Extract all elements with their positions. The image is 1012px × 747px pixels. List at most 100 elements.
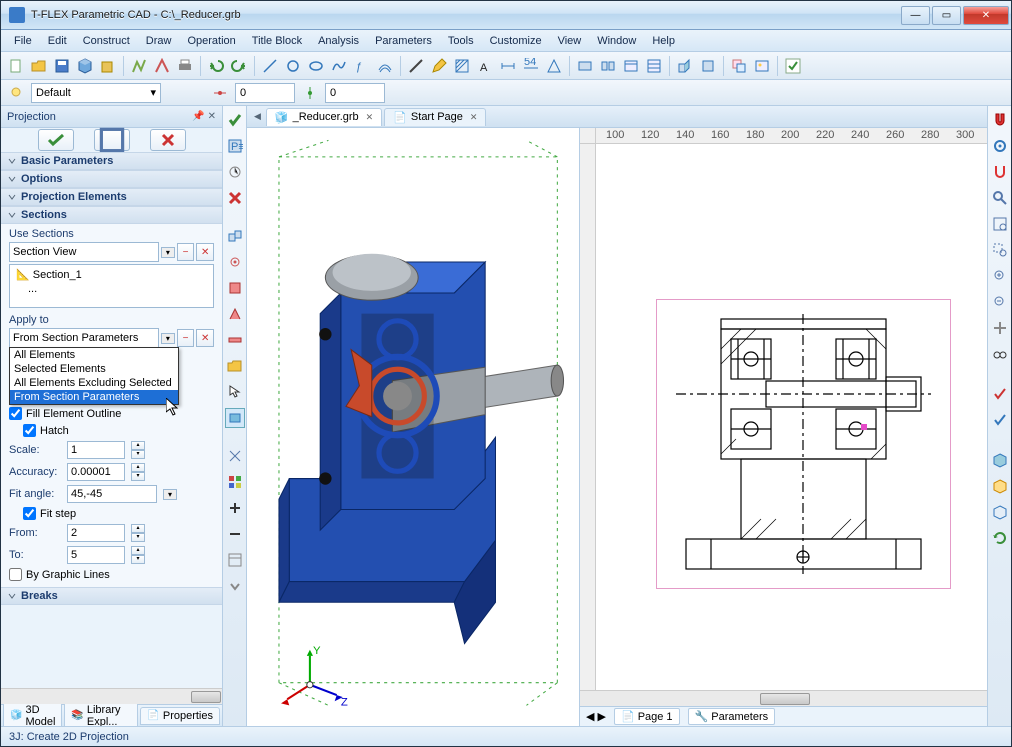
layer-dropdown[interactable]: Default▾: [31, 83, 161, 103]
menu-customize[interactable]: Customize: [483, 33, 549, 49]
section-view-combo[interactable]: [9, 242, 159, 262]
menu-parameters[interactable]: Parameters: [368, 33, 439, 49]
accuracy-spin[interactable]: ▴▾: [131, 463, 145, 481]
apply-delete-button[interactable]: ✕: [196, 329, 214, 347]
tab-params[interactable]: 🔧 Parameters: [688, 708, 776, 725]
rt-zoom-icon[interactable]: [990, 188, 1010, 208]
vt-check-icon[interactable]: [225, 110, 245, 130]
vt-folder-icon[interactable]: [225, 356, 245, 376]
grid2-icon[interactable]: [597, 55, 619, 77]
grid-icon[interactable]: [574, 55, 596, 77]
vt-param-icon[interactable]: P≡: [225, 136, 245, 156]
maximize-button[interactable]: ▭: [932, 6, 961, 25]
section-item[interactable]: 📐 Section_1: [14, 267, 209, 282]
rt-zoomin-icon[interactable]: [990, 266, 1010, 286]
to-input[interactable]: [67, 546, 125, 564]
draw-line-icon[interactable]: [405, 55, 427, 77]
panel-hscroll[interactable]: [1, 688, 222, 704]
cube-icon[interactable]: [74, 55, 96, 77]
circle-icon[interactable]: [282, 55, 304, 77]
close-icon[interactable]: ✕: [470, 112, 478, 123]
new-icon[interactable]: [5, 55, 27, 77]
fill-outline-check[interactable]: [9, 407, 22, 420]
rt-pan-icon[interactable]: [990, 318, 1010, 338]
rt-zoomall-icon[interactable]: [990, 214, 1010, 234]
vt-red2-icon[interactable]: [225, 304, 245, 324]
sketch2-icon[interactable]: [151, 55, 173, 77]
redo-icon[interactable]: [228, 55, 250, 77]
pencil-icon[interactable]: [428, 55, 450, 77]
vt-box-icon[interactable]: [225, 408, 245, 428]
proj2-icon[interactable]: [697, 55, 719, 77]
acc-options[interactable]: Options: [1, 170, 222, 188]
coord-y-input[interactable]: 0: [325, 83, 385, 103]
table-icon[interactable]: [620, 55, 642, 77]
acc-elements[interactable]: Projection Elements: [1, 188, 222, 206]
fn-icon[interactable]: ƒ: [351, 55, 373, 77]
vt-sel-icon[interactable]: [225, 382, 245, 402]
vt-minus-icon[interactable]: [225, 524, 245, 544]
coord-x-icon[interactable]: [209, 82, 231, 104]
line-icon[interactable]: [259, 55, 281, 77]
rt-bluechk-icon[interactable]: [990, 410, 1010, 430]
minimize-button[interactable]: —: [901, 6, 930, 25]
menu-construct[interactable]: Construct: [76, 33, 137, 49]
menu-operation[interactable]: Operation: [180, 33, 242, 49]
fitstep-check[interactable]: [23, 507, 36, 520]
rt-box3-icon[interactable]: [990, 502, 1010, 522]
rt-snap-icon[interactable]: [990, 136, 1010, 156]
acc-basic[interactable]: Basic Parameters: [1, 152, 222, 170]
apply-to-combo[interactable]: [9, 328, 159, 348]
open-icon[interactable]: [28, 55, 50, 77]
rt-glasses-icon[interactable]: [990, 344, 1010, 364]
section-remove-button[interactable]: −: [177, 243, 195, 261]
acc-sections[interactable]: Sections: [1, 206, 222, 224]
3d-viewport[interactable]: Y Z: [247, 128, 580, 726]
hatch-icon[interactable]: [451, 55, 473, 77]
menu-view[interactable]: View: [551, 33, 589, 49]
panel-ok-button[interactable]: [38, 129, 74, 151]
drop-selected[interactable]: Selected Elements: [10, 362, 178, 376]
coord-x-input[interactable]: 0: [235, 83, 295, 103]
drop-excl[interactable]: All Elements Excluding Selected: [10, 376, 178, 390]
vt-auto-icon[interactable]: [225, 162, 245, 182]
vt-red3-icon[interactable]: [225, 330, 245, 350]
section-delete-button[interactable]: ✕: [196, 243, 214, 261]
coord-y-icon[interactable]: [299, 82, 321, 104]
drop-from-section[interactable]: From Section Parameters: [10, 390, 178, 404]
panel-preview-button[interactable]: [94, 129, 130, 151]
from-input[interactable]: [67, 524, 125, 542]
scale-input[interactable]: [67, 441, 125, 459]
vt-plus-icon[interactable]: [225, 498, 245, 518]
menu-draw[interactable]: Draw: [139, 33, 179, 49]
to-spin[interactable]: ▴▾: [131, 546, 145, 564]
vp2d-hscroll[interactable]: [580, 690, 987, 706]
tab-page1[interactable]: 📄 Page 1: [614, 708, 680, 725]
pic-icon[interactable]: [751, 55, 773, 77]
text-icon[interactable]: A: [474, 55, 496, 77]
vt-color-icon[interactable]: [225, 472, 245, 492]
vt-x-icon[interactable]: [225, 188, 245, 208]
fitangle-input[interactable]: [67, 485, 157, 503]
scale-spin[interactable]: ▴▾: [131, 441, 145, 459]
menu-tools[interactable]: Tools: [441, 33, 481, 49]
menu-file[interactable]: File: [7, 33, 39, 49]
tab-startpage[interactable]: 📄 Start Page✕: [384, 108, 486, 126]
panel-cancel-button[interactable]: [150, 129, 186, 151]
ellipse-icon[interactable]: [305, 55, 327, 77]
dim54-icon[interactable]: 54: [520, 55, 542, 77]
spline-icon[interactable]: [328, 55, 350, 77]
print-icon[interactable]: [174, 55, 196, 77]
vt-cog-icon[interactable]: [225, 252, 245, 272]
hatch-check[interactable]: [23, 424, 36, 437]
rt-zoomout-icon[interactable]: [990, 292, 1010, 312]
rt-zoomwin-icon[interactable]: [990, 240, 1010, 260]
tab-properties[interactable]: 📄 Properties: [140, 707, 220, 725]
graphic-check[interactable]: [9, 568, 22, 581]
close-icon[interactable]: ✕: [366, 112, 374, 123]
rt-magnet2-icon[interactable]: [990, 162, 1010, 182]
pin-icon[interactable]: 📌 ✕: [192, 111, 216, 122]
triangle-icon[interactable]: [543, 55, 565, 77]
tab-nav-left-icon[interactable]: ◀: [251, 111, 264, 122]
proj-icon[interactable]: [674, 55, 696, 77]
